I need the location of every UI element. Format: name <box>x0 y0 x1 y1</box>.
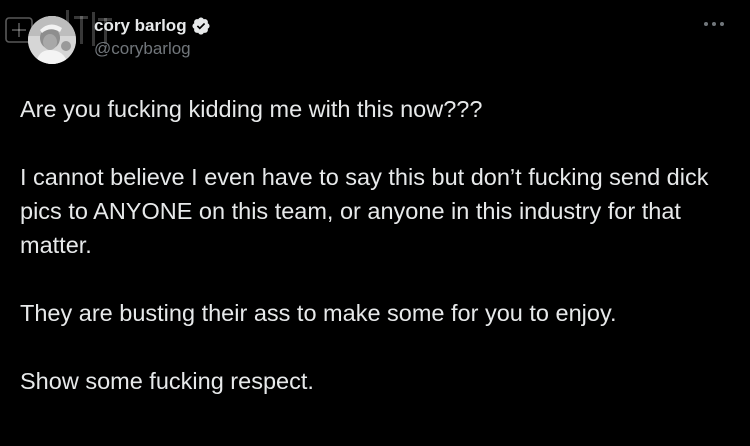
tweet-paragraph: They are busting their ass to make some … <box>20 300 617 326</box>
more-options-icon <box>704 22 724 26</box>
name-row: cory barlog <box>94 15 211 37</box>
user-handle[interactable]: @corybarlog <box>94 38 211 60</box>
more-options-button[interactable] <box>700 14 728 34</box>
avatar[interactable] <box>28 16 76 64</box>
verified-badge-icon <box>191 16 211 36</box>
author-info: cory barlog @corybarlog <box>94 15 211 60</box>
display-name[interactable]: cory barlog <box>94 15 187 37</box>
tweet-text: Are you fucking kidding me with this now… <box>20 92 730 398</box>
tweet-paragraph: I cannot believe I even have to say this… <box>20 164 715 258</box>
tweet-paragraph: Show some fucking respect. <box>20 368 314 394</box>
avatar-photo-icon <box>28 16 76 64</box>
tweet-card: cory barlog @corybarlog Are you fucking … <box>0 0 750 446</box>
tweet-paragraph: Are you fucking kidding me with this now… <box>20 96 483 122</box>
